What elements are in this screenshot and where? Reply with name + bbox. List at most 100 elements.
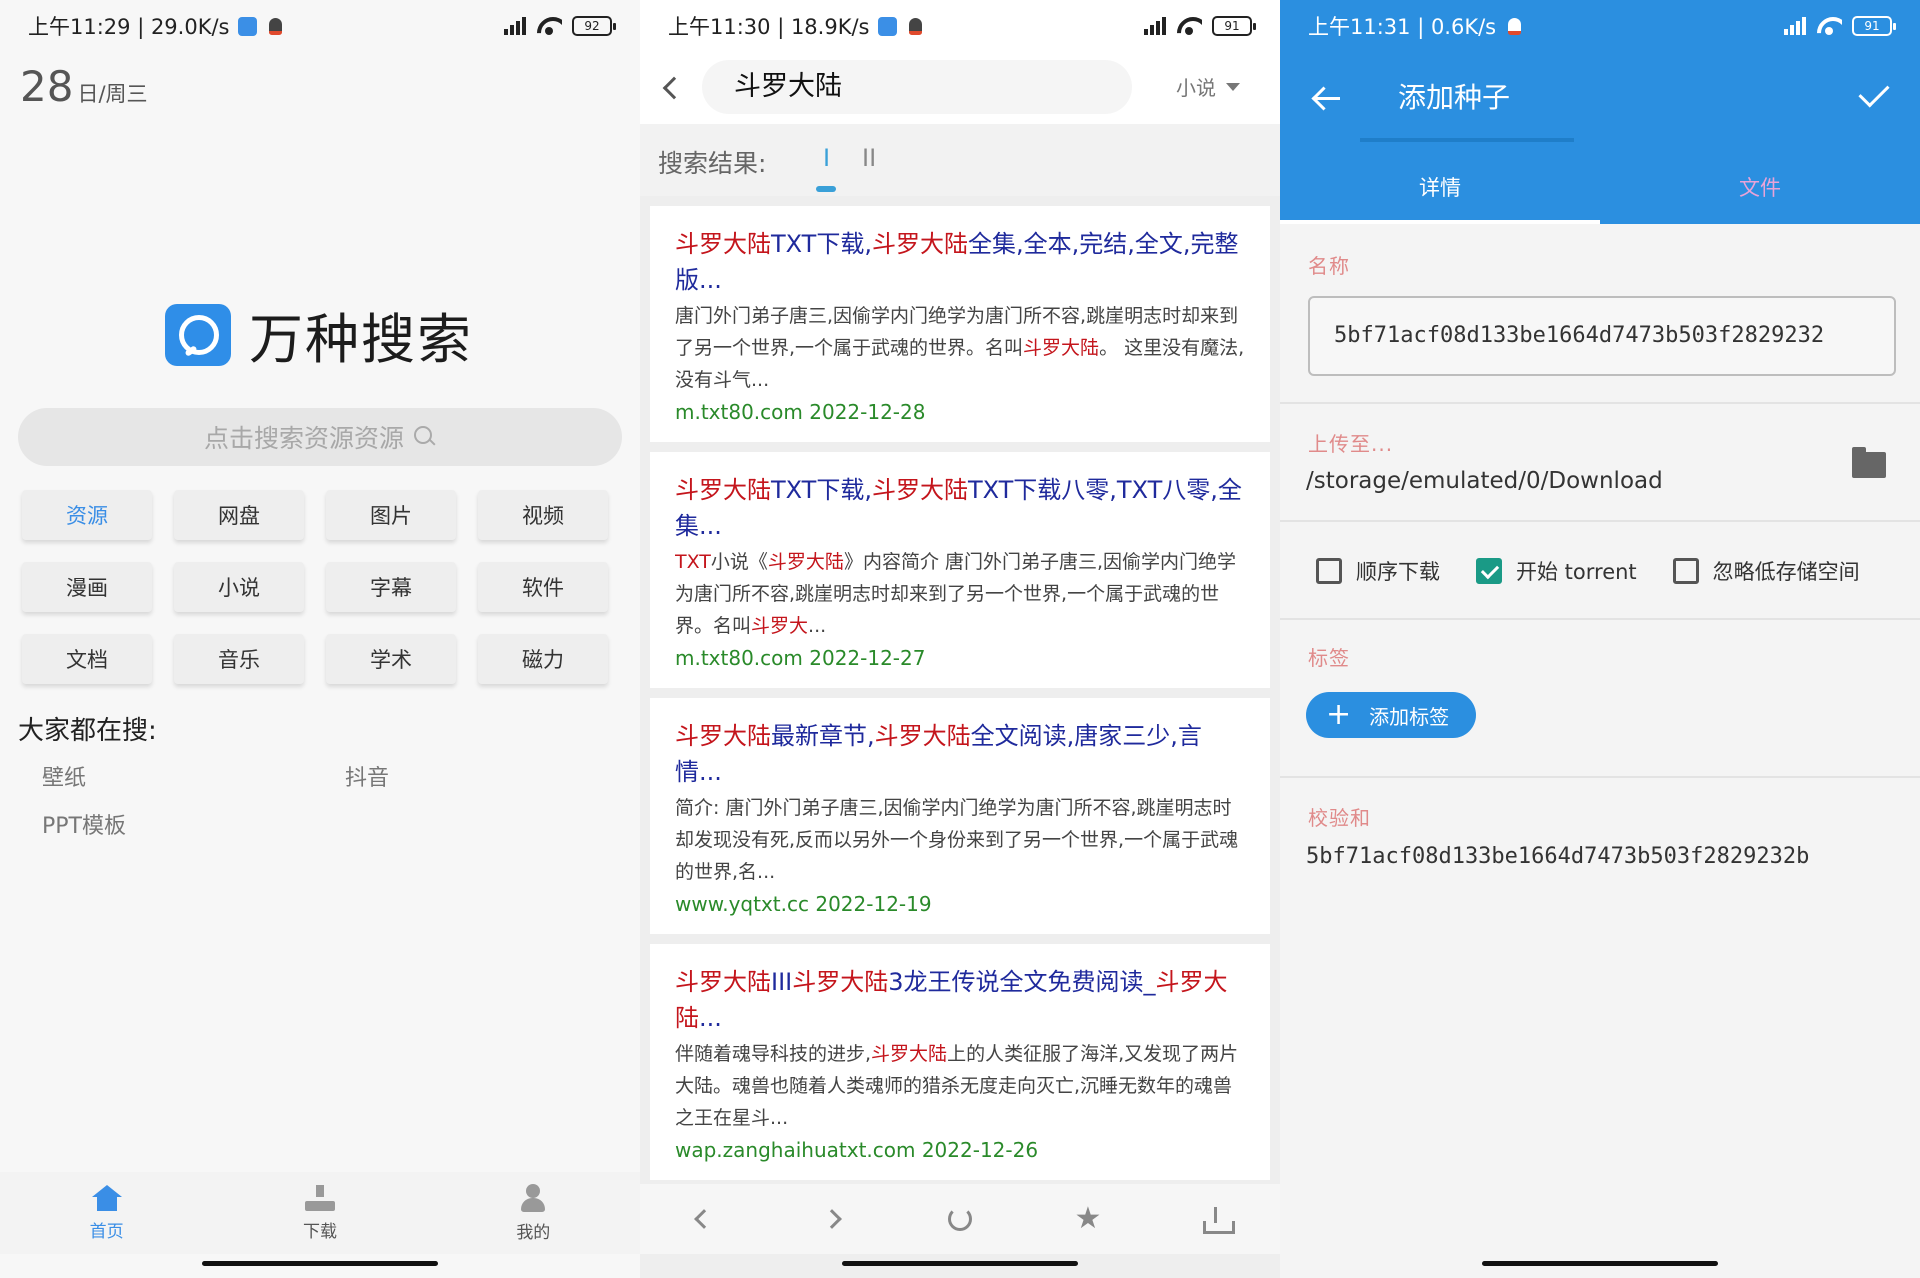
tab-engine-1[interactable]: I xyxy=(823,144,830,172)
option-checkbox[interactable]: 开始 torrent xyxy=(1476,556,1637,586)
result-title[interactable]: 斗罗大陆最新章节,斗罗大陆全文阅读,唐家三少,言情... xyxy=(675,718,1248,790)
chevron-left-icon xyxy=(694,1209,714,1229)
add-tag-button[interactable]: + 添加标签 xyxy=(1306,692,1476,738)
checksum-value: 5bf71acf08d133be1664d7473b503f2829232b xyxy=(1306,844,1810,866)
options-section: 顺序下载 开始 torrent 忽略低存储空间 xyxy=(1280,522,1920,620)
name-field[interactable]: 5bf71acf08d133be1664d7473b503f2829232 xyxy=(1308,296,1896,376)
category-button[interactable]: 磁力 xyxy=(478,634,608,684)
checksum-label: 校验和 xyxy=(1308,806,1371,830)
download-icon xyxy=(304,1184,335,1211)
reload-button[interactable] xyxy=(940,1199,980,1239)
tags-label: 标签 xyxy=(1308,646,1350,670)
category-button[interactable]: 资源 xyxy=(22,490,152,540)
result-snippet-segment: ... xyxy=(808,615,827,637)
result-title-segment: 斗罗大陆 xyxy=(675,476,771,504)
result-title-segment: 斗罗大陆 xyxy=(871,476,968,504)
nav-home[interactable]: 首页 xyxy=(47,1184,167,1242)
results-label: 搜索结果: xyxy=(658,149,767,178)
tab-engine-2[interactable]: II xyxy=(862,144,876,172)
wifi-icon xyxy=(536,17,562,35)
category-button[interactable]: 文档 xyxy=(22,634,152,684)
result-card[interactable]: 斗罗大陆TXT下载,斗罗大陆全集,全本,完结,全文,完整版... 唐门外门弟子唐三… xyxy=(650,206,1270,442)
download-icon xyxy=(1203,1207,1235,1234)
search-query-input[interactable]: 斗罗大陆 xyxy=(702,60,1132,114)
app-notification-icon xyxy=(877,16,897,36)
category-button[interactable]: 视频 xyxy=(478,490,608,540)
add-tag-label: 添加标签 xyxy=(1369,704,1450,729)
page-title: 添加种子 xyxy=(1398,81,1511,114)
hot-search-item[interactable]: 抖音 xyxy=(345,760,389,792)
checkbox-empty-icon xyxy=(1672,558,1699,584)
result-snippet-segment: 斗罗大陆 xyxy=(767,551,844,573)
category-button[interactable]: 漫画 xyxy=(22,562,152,612)
folder-icon[interactable] xyxy=(1852,447,1886,478)
checkbox-checked-icon xyxy=(1476,558,1502,584)
screenshot-collage: 上午11:29 | 29.0K/s 92 28 日/周三 万种搜索 点击搜索资源资… xyxy=(0,0,1920,1278)
tab-files[interactable]: 文件 xyxy=(1600,150,1920,224)
search-results-screen: 上午11:30 | 18.9K/s 91 斗罗大陆 小说 搜索结果: I II … xyxy=(640,0,1280,1278)
result-title-segment: TXT下载, xyxy=(771,476,872,504)
battery-icon: 91 xyxy=(1852,16,1896,36)
result-url: m.txt80.com 2022-12-27 xyxy=(675,646,926,670)
nav-mine[interactable]: 我的 xyxy=(473,1183,593,1243)
category-button[interactable]: 字幕 xyxy=(326,562,456,612)
back-chevron-icon[interactable] xyxy=(662,76,686,100)
result-title[interactable]: 斗罗大陆III斗罗大陆3龙王传说全文免费阅读_斗罗大陆... xyxy=(675,964,1248,1036)
nav-download[interactable]: 下载 xyxy=(260,1184,380,1242)
browser-nav: ★ xyxy=(640,1184,1280,1254)
option-checkbox[interactable]: 忽略低存储空间 xyxy=(1672,556,1860,586)
result-snippet-segment: 伴随着魂导科技的进步, xyxy=(675,1043,872,1065)
result-title[interactable]: 斗罗大陆TXT下载,斗罗大陆全集,全本,完结,全文,完整版... xyxy=(675,226,1248,298)
checksum-section: 校验和 5bf71acf08d133be1664d7473b503f282923… xyxy=(1280,778,1920,888)
confirm-check-icon[interactable] xyxy=(1858,76,1890,108)
date-weekday: 日/周三 xyxy=(77,82,148,106)
result-title[interactable]: 斗罗大陆TXT下载,斗罗大陆TXT下载八零,TXT八零,全集... xyxy=(675,472,1248,544)
back-arrow-icon[interactable] xyxy=(1312,86,1342,110)
reload-icon xyxy=(948,1207,972,1231)
tab-details[interactable]: 详情 xyxy=(1280,150,1600,224)
category-select-value: 小说 xyxy=(1176,76,1216,100)
result-title-segment: 斗罗大陆 xyxy=(675,722,771,750)
result-snippet: 简介: 唐门外门弟子唐三,因偷学内门绝学为唐门所不容,跳崖明志时却发现没有死,反… xyxy=(675,792,1248,888)
bookmark-button[interactable]: ★ xyxy=(1068,1199,1108,1239)
result-url: www.yqtxt.cc 2022-12-19 xyxy=(675,892,932,916)
home-indicator xyxy=(1482,1261,1718,1266)
upload-path: /storage/emulated/0/Download xyxy=(1306,468,1663,494)
result-card[interactable]: 斗罗大陆TXT下载,斗罗大陆TXT下载八零,TXT八零,全集... TXT小说《斗… xyxy=(650,452,1270,688)
category-button[interactable]: 网盘 xyxy=(174,490,304,540)
result-title-segment: 最新章节, xyxy=(771,722,875,750)
active-tab-indicator xyxy=(816,186,836,192)
results-header: 搜索结果: I II xyxy=(640,124,1280,196)
result-title-segment: 斗罗大陆 xyxy=(871,230,968,258)
category-select[interactable]: 小说 xyxy=(1176,72,1240,101)
wifi-icon xyxy=(1176,17,1202,35)
category-button[interactable]: 学术 xyxy=(326,634,456,684)
forward-button[interactable] xyxy=(812,1199,852,1239)
option-checkbox[interactable]: 顺序下载 xyxy=(1316,556,1440,586)
category-button[interactable]: 小说 xyxy=(174,562,304,612)
chevron-right-icon xyxy=(822,1209,842,1229)
download-button[interactable] xyxy=(1196,1199,1236,1239)
home-indicator xyxy=(842,1261,1078,1266)
back-button[interactable] xyxy=(684,1199,724,1239)
category-button[interactable]: 软件 xyxy=(478,562,608,612)
category-button[interactable]: 音乐 xyxy=(174,634,304,684)
name-label: 名称 xyxy=(1308,254,1350,278)
result-card[interactable]: 斗罗大陆最新章节,斗罗大陆全文阅读,唐家三少,言情... 简介: 唐门外门弟子唐三… xyxy=(650,698,1270,934)
option-label: 忽略低存储空间 xyxy=(1712,560,1860,584)
app-logo-icon xyxy=(165,303,231,366)
search-input[interactable]: 点击搜索资源资源 xyxy=(18,408,622,466)
hot-search-item[interactable]: 壁纸 xyxy=(42,760,86,792)
home-icon xyxy=(91,1184,122,1211)
result-title-segment: ... xyxy=(699,1004,722,1032)
status-bar: 上午11:29 | 29.0K/s 92 xyxy=(0,0,640,52)
tab-bar: 详情 文件 xyxy=(1280,150,1920,224)
battery-icon: 92 xyxy=(572,16,616,36)
hot-search-item[interactable]: PPT模板 xyxy=(42,808,126,840)
tags-section: 标签 + 添加标签 xyxy=(1280,620,1920,778)
result-card[interactable]: 斗罗大陆III斗罗大陆3龙王传说全文免费阅读_斗罗大陆... 伴随着魂导科技的进步… xyxy=(650,944,1270,1180)
upload-section: 上传至... /storage/emulated/0/Download xyxy=(1280,404,1920,522)
category-button[interactable]: 图片 xyxy=(326,490,456,540)
result-title-segment: 斗罗大陆 xyxy=(675,968,771,996)
hot-search-title: 大家都在搜: xyxy=(18,716,157,746)
